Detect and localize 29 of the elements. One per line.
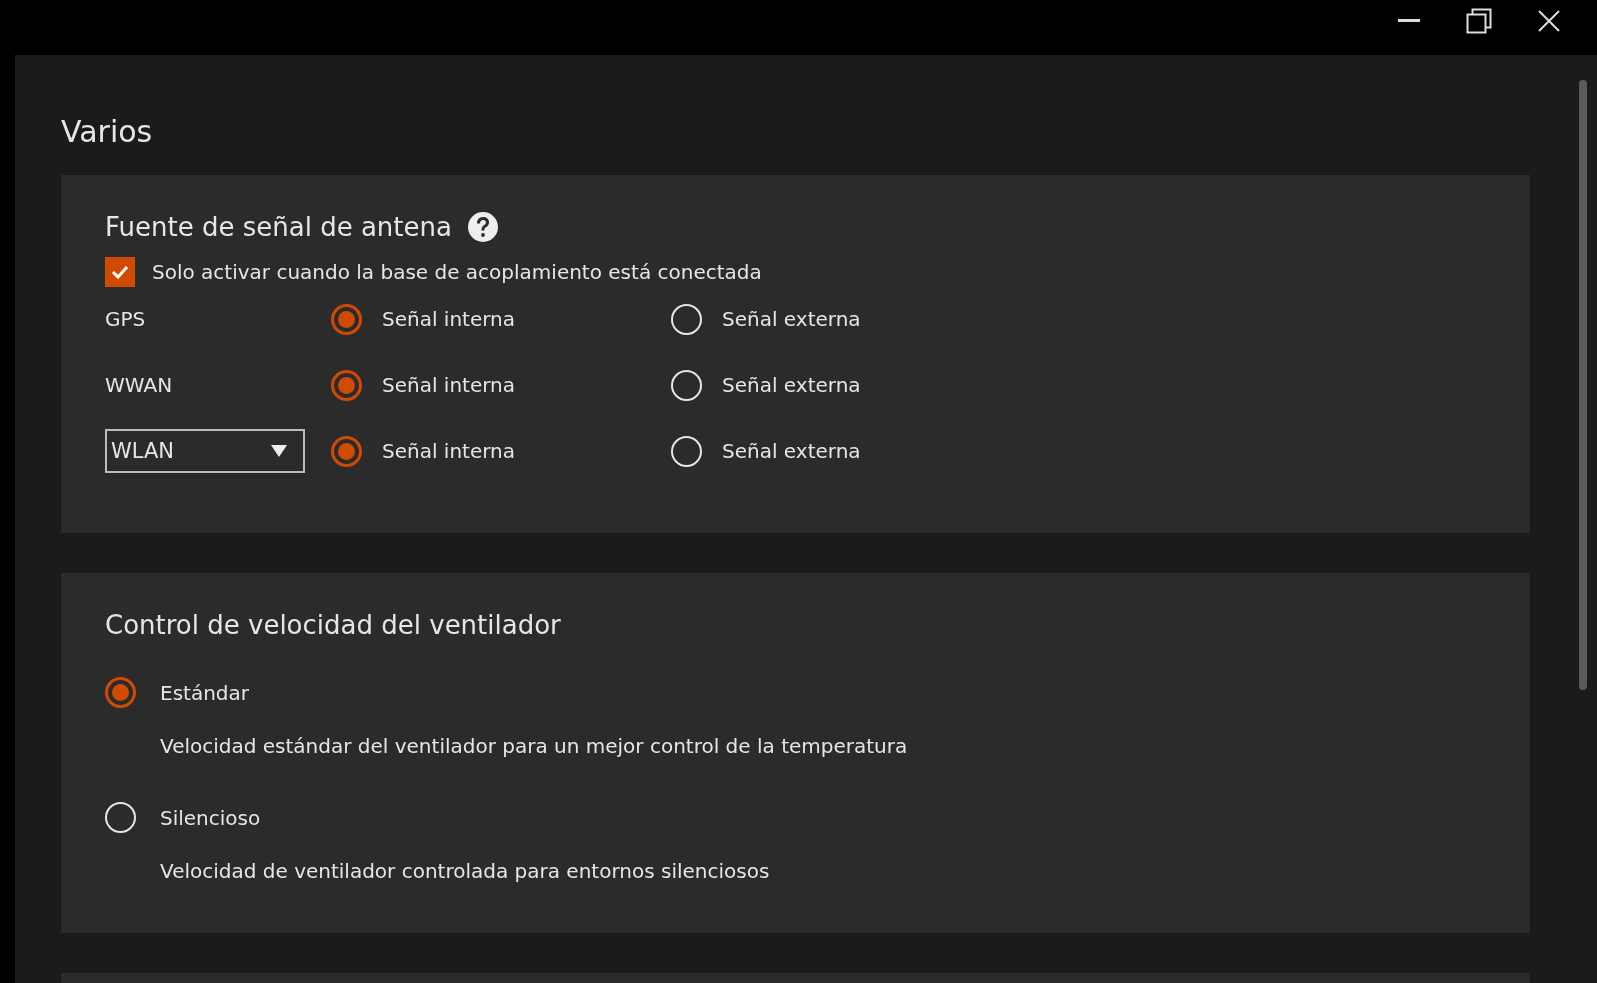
section-title: Control de velocidad del ventilador [105,610,561,640]
minimize-icon [1398,19,1420,23]
signal-label: WWAN [105,373,173,397]
radio-button[interactable] [331,369,362,401]
checkmark-icon [111,265,129,279]
checkbox-label: Solo activar cuando la base de acoplamiento está conectada [152,260,762,284]
radio-button[interactable] [105,677,136,708]
radio-label: Señal interna [382,373,516,397]
page-title: Varios [61,113,154,151]
signal-label: GPS [105,307,146,331]
network-dropdown[interactable]: WLAN [105,429,305,473]
radio-label: Señal externa [722,307,861,331]
option-description: Velocidad estándar del ventilador para un mejor control de la temperatura [160,734,909,758]
section-title: Fuente de señal de antena [105,212,452,242]
radio-label: Señal externa [722,373,861,397]
checkbox[interactable] [105,257,135,287]
dropdown-arrow-icon [271,445,287,457]
radio-label: Señal interna [382,307,516,331]
option-description: Velocidad de ventilador controlada para entornos silenciosos [160,859,771,883]
radio-button[interactable] [331,303,362,335]
scrollbar-thumb[interactable] [1579,80,1587,690]
help-icon[interactable] [467,212,498,242]
radio-label: Señal externa [722,439,861,463]
close-icon [1538,10,1560,32]
radio-label: Estándar [160,680,249,705]
radio-label: Silencioso [160,805,261,830]
radio-button[interactable] [331,435,362,467]
radio-label: Señal interna [382,439,516,463]
restore-icon [1466,8,1492,34]
